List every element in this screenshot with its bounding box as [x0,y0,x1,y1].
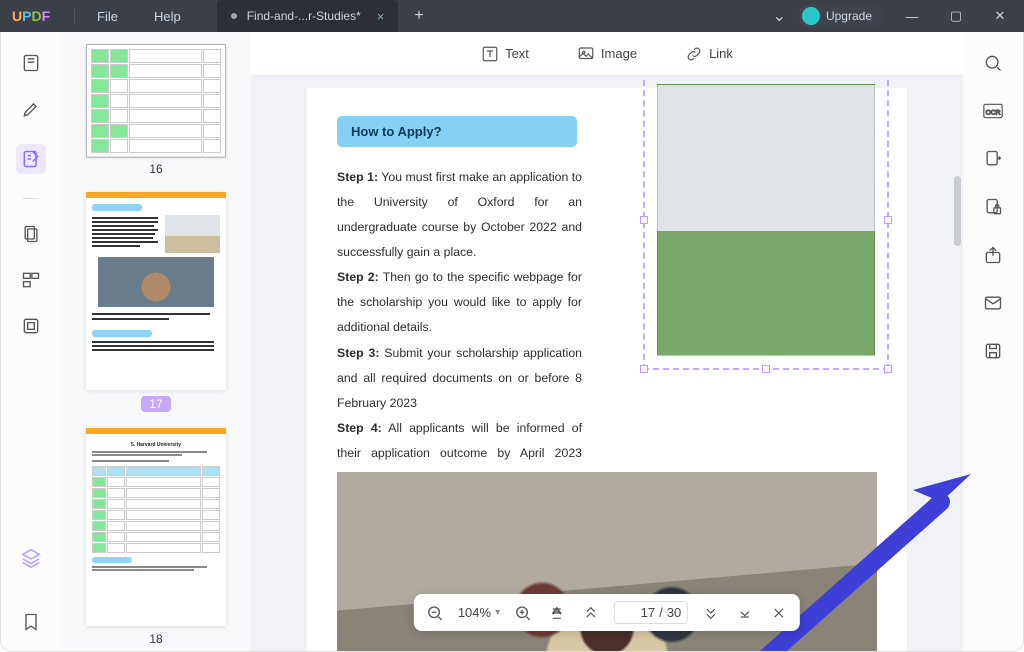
thumb-label: 18 [149,632,162,646]
zoom-nav-bar: 104% ▾ / 30 [414,594,800,631]
titlebar: UPDF File Help Find-and-...r-Studies* × … [0,0,1024,32]
prev-page-button[interactable] [580,602,602,624]
chevron-down-icon: ▾ [495,607,500,618]
user-avatar-icon [802,7,820,25]
page-input-group: / 30 [614,601,688,624]
thumbnail-16[interactable]: 16 [79,44,233,176]
bookmark-icon[interactable] [20,611,42,633]
resize-handle[interactable] [640,365,648,373]
scrollbar-thumb[interactable] [954,176,961,246]
selection-frame[interactable] [643,76,889,370]
text-icon [481,45,499,63]
left-sidebar [1,32,61,651]
tab-modified-dot [231,13,237,19]
reader-icon[interactable] [20,52,42,74]
tab-close-icon[interactable]: × [377,9,385,24]
export-icon[interactable] [982,148,1004,170]
ocr-icon[interactable]: OCR [982,100,1004,122]
thumb-label: 16 [149,162,162,176]
menu-file[interactable]: File [79,9,136,24]
tool-label: Link [709,46,733,61]
protect-icon[interactable] [982,196,1004,218]
resize-handle[interactable] [884,365,892,373]
window-close-button[interactable]: ✕ [984,8,1016,24]
save-icon[interactable] [982,340,1004,362]
link-icon [685,45,703,63]
add-tab-button[interactable]: + [414,7,423,25]
tab-dropdown-icon[interactable]: ⌄ [773,6,786,26]
svg-text:OCR: OCR [986,109,1001,116]
share-icon[interactable] [982,244,1004,266]
tool-image-button[interactable]: Image [577,45,637,63]
first-page-button[interactable] [546,602,568,624]
pdf-page[interactable]: How to Apply? Step 1: You must first mak… [307,88,907,651]
upgrade-label: Upgrade [826,9,872,23]
highlight-icon[interactable] [20,98,42,120]
upgrade-button[interactable]: Upgrade [798,4,884,28]
close-toolbar-button[interactable] [768,602,790,624]
right-sidebar: OCR [963,32,1023,651]
body-text: Step 1: You must first make an applicati… [337,165,582,491]
crop-icon[interactable] [20,315,42,337]
thumb-label: 17 [141,396,170,412]
page-number-input[interactable] [621,605,655,620]
thumbnails-panel[interactable]: 16 [61,32,251,651]
zoom-out-button[interactable] [424,602,446,624]
tool-label: Image [601,46,637,61]
document-scroll[interactable]: How to Apply? Step 1: You must first mak… [251,76,963,651]
app-body: 16 [0,32,1024,652]
document-area: Text Image Link How to Apply? Step 1: Yo… [251,32,963,651]
zoom-in-button[interactable] [512,602,534,624]
document-tab[interactable]: Find-and-...r-Studies* × [217,0,399,32]
tool-label: Text [505,46,529,61]
page-total: 30 [667,605,681,620]
resize-handle[interactable] [884,216,892,224]
app-logo: UPDF [0,8,70,24]
search-icon[interactable] [982,52,1004,74]
thumbnail-17[interactable]: 17 [79,192,233,412]
tab-title: Find-and-...r-Studies* [247,9,361,23]
page-icon[interactable] [20,223,42,245]
zoom-select[interactable]: 104% ▾ [458,605,500,620]
zoom-value: 104% [458,605,491,620]
window-minimize-button[interactable]: — [896,9,928,24]
window-maximize-button[interactable]: ▢ [940,8,972,24]
tool-link-button[interactable]: Link [685,45,733,63]
thumbnail-18[interactable]: 5. Harvard University [79,428,233,646]
heading-pill: How to Apply? [337,116,577,147]
layers-icon[interactable] [20,547,42,569]
edit-icon[interactable] [16,144,46,174]
resize-handle[interactable] [640,216,648,224]
resize-handle[interactable] [762,365,770,373]
edit-toolbar: Text Image Link [251,32,963,76]
menu-help[interactable]: Help [136,9,199,24]
organize-icon[interactable] [20,269,42,291]
tool-text-button[interactable]: Text [481,45,529,63]
image-icon [577,45,595,63]
next-page-button[interactable] [700,602,722,624]
email-icon[interactable] [982,292,1004,314]
last-page-button[interactable] [734,602,756,624]
